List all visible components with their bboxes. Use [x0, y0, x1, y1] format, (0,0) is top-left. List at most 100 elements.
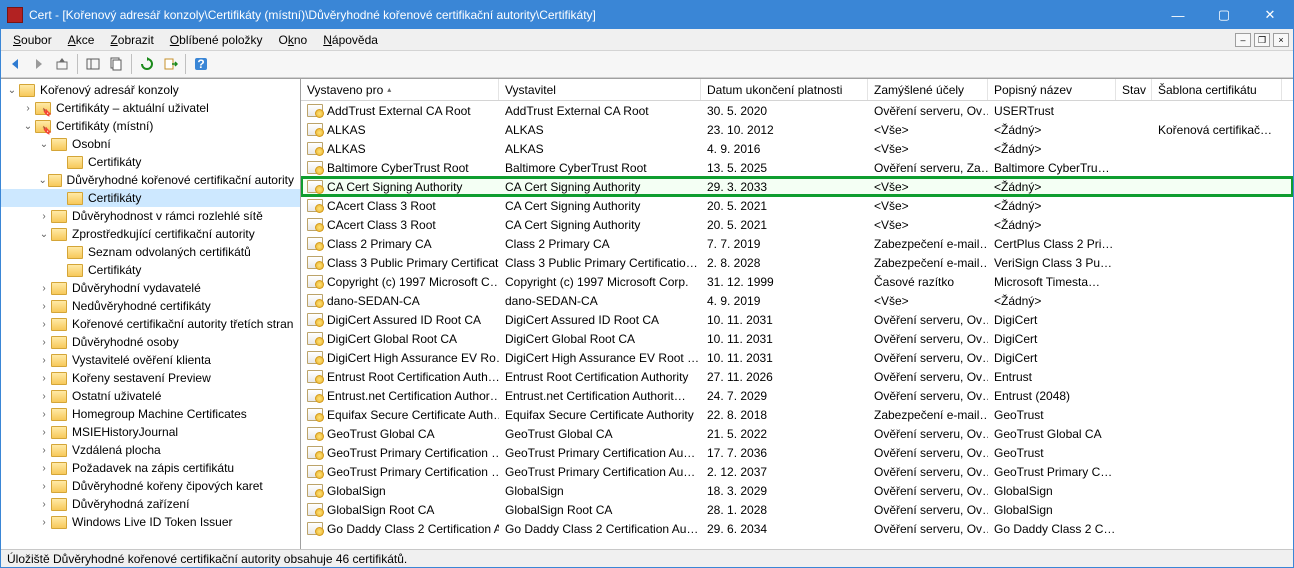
column-header[interactable]: Popisný název [988, 79, 1116, 100]
table-row[interactable]: Copyright (c) 1997 Microsoft C…Copyright… [301, 272, 1293, 291]
tree-item[interactable]: ›Ostatní uživatelé [1, 387, 300, 405]
tree-item[interactable]: ›Homegroup Machine Certificates [1, 405, 300, 423]
tree-item[interactable]: ›Windows Live ID Token Issuer [1, 513, 300, 531]
tree-item[interactable]: Certifikáty [1, 153, 300, 171]
expand-icon[interactable]: › [37, 445, 51, 456]
column-header[interactable]: Vystavitel [499, 79, 701, 100]
collapse-icon[interactable]: ⌄ [5, 85, 19, 96]
expand-icon[interactable]: › [37, 517, 51, 528]
expand-icon[interactable]: › [37, 409, 51, 420]
tree-item[interactable]: ›Důvěryhodná zařízení [1, 495, 300, 513]
tree-item[interactable]: ›Vzdálená plocha [1, 441, 300, 459]
up-button[interactable] [51, 53, 73, 75]
table-row[interactable]: Class 3 Public Primary Certificat…Class … [301, 253, 1293, 272]
tree-pane[interactable]: ⌄Kořenový adresář konzoly›Certifikáty – … [1, 79, 301, 549]
forward-button[interactable] [28, 53, 50, 75]
collapse-icon[interactable]: ⌄ [37, 229, 51, 240]
child-close-button[interactable]: × [1273, 33, 1289, 47]
table-row[interactable]: ALKASALKAS4. 9. 2016<Vše><Žádný> [301, 139, 1293, 158]
collapse-icon[interactable]: ⌄ [21, 121, 35, 132]
table-row[interactable]: GlobalSignGlobalSign18. 3. 2029Ověření s… [301, 481, 1293, 500]
table-row[interactable]: Entrust Root Certification Auth…Entrust … [301, 367, 1293, 386]
menu-view[interactable]: Zobrazit [102, 31, 161, 49]
export-button[interactable] [159, 53, 181, 75]
close-button[interactable]: ✕ [1247, 1, 1293, 29]
table-row[interactable]: GlobalSign Root CAGlobalSign Root CA28. … [301, 500, 1293, 519]
tree-item[interactable]: ›Důvěryhodnost v rámci rozlehlé sítě [1, 207, 300, 225]
help-button[interactable]: ? [190, 53, 212, 75]
table-row[interactable]: GeoTrust Primary Certification …GeoTrust… [301, 443, 1293, 462]
tree-item[interactable]: ›MSIEHistoryJournal [1, 423, 300, 441]
tree-item[interactable]: ›Certifikáty – aktuální uživatel [1, 99, 300, 117]
tree-item[interactable]: ⌄Kořenový adresář konzoly [1, 81, 300, 99]
tree-item[interactable]: ›Požadavek na zápis certifikátu [1, 459, 300, 477]
child-minimize-button[interactable]: ‒ [1235, 33, 1251, 47]
expand-icon[interactable]: › [37, 391, 51, 402]
expand-icon[interactable]: › [37, 301, 51, 312]
table-row[interactable]: CA Cert Signing AuthorityCA Cert Signing… [301, 177, 1293, 196]
tree-item[interactable]: Certifikáty [1, 189, 300, 207]
collapse-icon[interactable]: ⌄ [37, 139, 51, 150]
list-body[interactable]: AddTrust External CA RootAddTrust Extern… [301, 101, 1293, 549]
tree-item[interactable]: Seznam odvolaných certifikátů [1, 243, 300, 261]
expand-icon[interactable]: › [37, 337, 51, 348]
expand-icon[interactable]: › [37, 481, 51, 492]
collapse-icon[interactable]: ⌄ [37, 175, 48, 186]
tree-item[interactable]: ›Vystavitelé ověření klienta [1, 351, 300, 369]
table-row[interactable]: CAcert Class 3 RootCA Cert Signing Autho… [301, 196, 1293, 215]
child-restore-button[interactable]: ❐ [1254, 33, 1270, 47]
copy-button[interactable] [105, 53, 127, 75]
table-row[interactable]: Entrust.net Certification Author…Entrust… [301, 386, 1293, 405]
table-row[interactable]: DigiCert High Assurance EV Ro…DigiCert H… [301, 348, 1293, 367]
tree-item[interactable]: ⌄Zprostředkující certifikační autority [1, 225, 300, 243]
table-row[interactable]: ALKASALKAS23. 10. 2012<Vše><Žádný>Kořeno… [301, 120, 1293, 139]
expand-icon[interactable]: › [37, 427, 51, 438]
table-row[interactable]: AddTrust External CA RootAddTrust Extern… [301, 101, 1293, 120]
expand-icon[interactable]: › [37, 355, 51, 366]
expand-icon[interactable]: › [37, 319, 51, 330]
column-header[interactable]: Datum ukončení platnosti [701, 79, 868, 100]
expand-icon[interactable]: › [37, 211, 51, 222]
expand-icon[interactable]: › [37, 463, 51, 474]
tree-item[interactable]: ›Důvěryhodní vydavatelé [1, 279, 300, 297]
table-row[interactable]: DigiCert Global Root CADigiCert Global R… [301, 329, 1293, 348]
tree-item[interactable]: ›Kořenové certifikační autority třetích … [1, 315, 300, 333]
back-button[interactable] [5, 53, 27, 75]
column-header[interactable]: Šablona certifikátu [1152, 79, 1282, 100]
menu-favorites[interactable]: Oblíbené položky [162, 31, 271, 49]
table-row[interactable]: CAcert Class 3 RootCA Cert Signing Autho… [301, 215, 1293, 234]
table-row[interactable]: Class 2 Primary CAClass 2 Primary CA7. 7… [301, 234, 1293, 253]
menu-action[interactable]: Akce [60, 31, 103, 49]
tree-item[interactable]: ›Důvěryhodné osoby [1, 333, 300, 351]
column-header[interactable]: Stav [1116, 79, 1152, 100]
expand-icon[interactable]: › [37, 373, 51, 384]
table-row[interactable]: GeoTrust Primary Certification …GeoTrust… [301, 462, 1293, 481]
tree-item-label: Kořeny sestavení Preview [70, 371, 213, 385]
table-row[interactable]: Baltimore CyberTrust RootBaltimore Cyber… [301, 158, 1293, 177]
tree-item[interactable]: ›Důvěryhodné kořeny čipových karet [1, 477, 300, 495]
tree-item[interactable]: ⌄Důvěryhodné kořenové certifikační autor… [1, 171, 300, 189]
table-row[interactable]: DigiCert Assured ID Root CADigiCert Assu… [301, 310, 1293, 329]
menu-window[interactable]: Okno [271, 31, 316, 49]
expand-icon[interactable]: › [37, 499, 51, 510]
tree-item[interactable]: Certifikáty [1, 261, 300, 279]
table-row[interactable]: Equifax Secure Certificate Auth…Equifax … [301, 405, 1293, 424]
minimize-button[interactable]: — [1155, 1, 1201, 29]
tree-item[interactable]: ⌄Osobní [1, 135, 300, 153]
table-row[interactable]: Go Daddy Class 2 Certification A…Go Dadd… [301, 519, 1293, 538]
expand-icon[interactable]: › [37, 283, 51, 294]
show-hide-tree-button[interactable] [82, 53, 104, 75]
table-cell: GeoTrust Primary Certification Au… [499, 462, 701, 481]
expand-icon[interactable]: › [21, 103, 35, 114]
table-row[interactable]: dano-SEDAN-CAdano-SEDAN-CA4. 9. 2019<Vše… [301, 291, 1293, 310]
refresh-button[interactable] [136, 53, 158, 75]
table-row[interactable]: GeoTrust Global CAGeoTrust Global CA21. … [301, 424, 1293, 443]
menu-help[interactable]: Nápověda [315, 31, 386, 49]
maximize-button[interactable]: ▢ [1201, 1, 1247, 29]
tree-item[interactable]: › Kořeny sestavení Preview [1, 369, 300, 387]
menu-file[interactable]: Soubor [5, 31, 60, 49]
column-header[interactable]: Zamýšlené účely [868, 79, 988, 100]
tree-item[interactable]: ›Nedůvěryhodné certifikáty [1, 297, 300, 315]
column-header[interactable]: Vystaveno pro▴ [301, 79, 499, 100]
tree-item[interactable]: ⌄Certifikáty (místní) [1, 117, 300, 135]
